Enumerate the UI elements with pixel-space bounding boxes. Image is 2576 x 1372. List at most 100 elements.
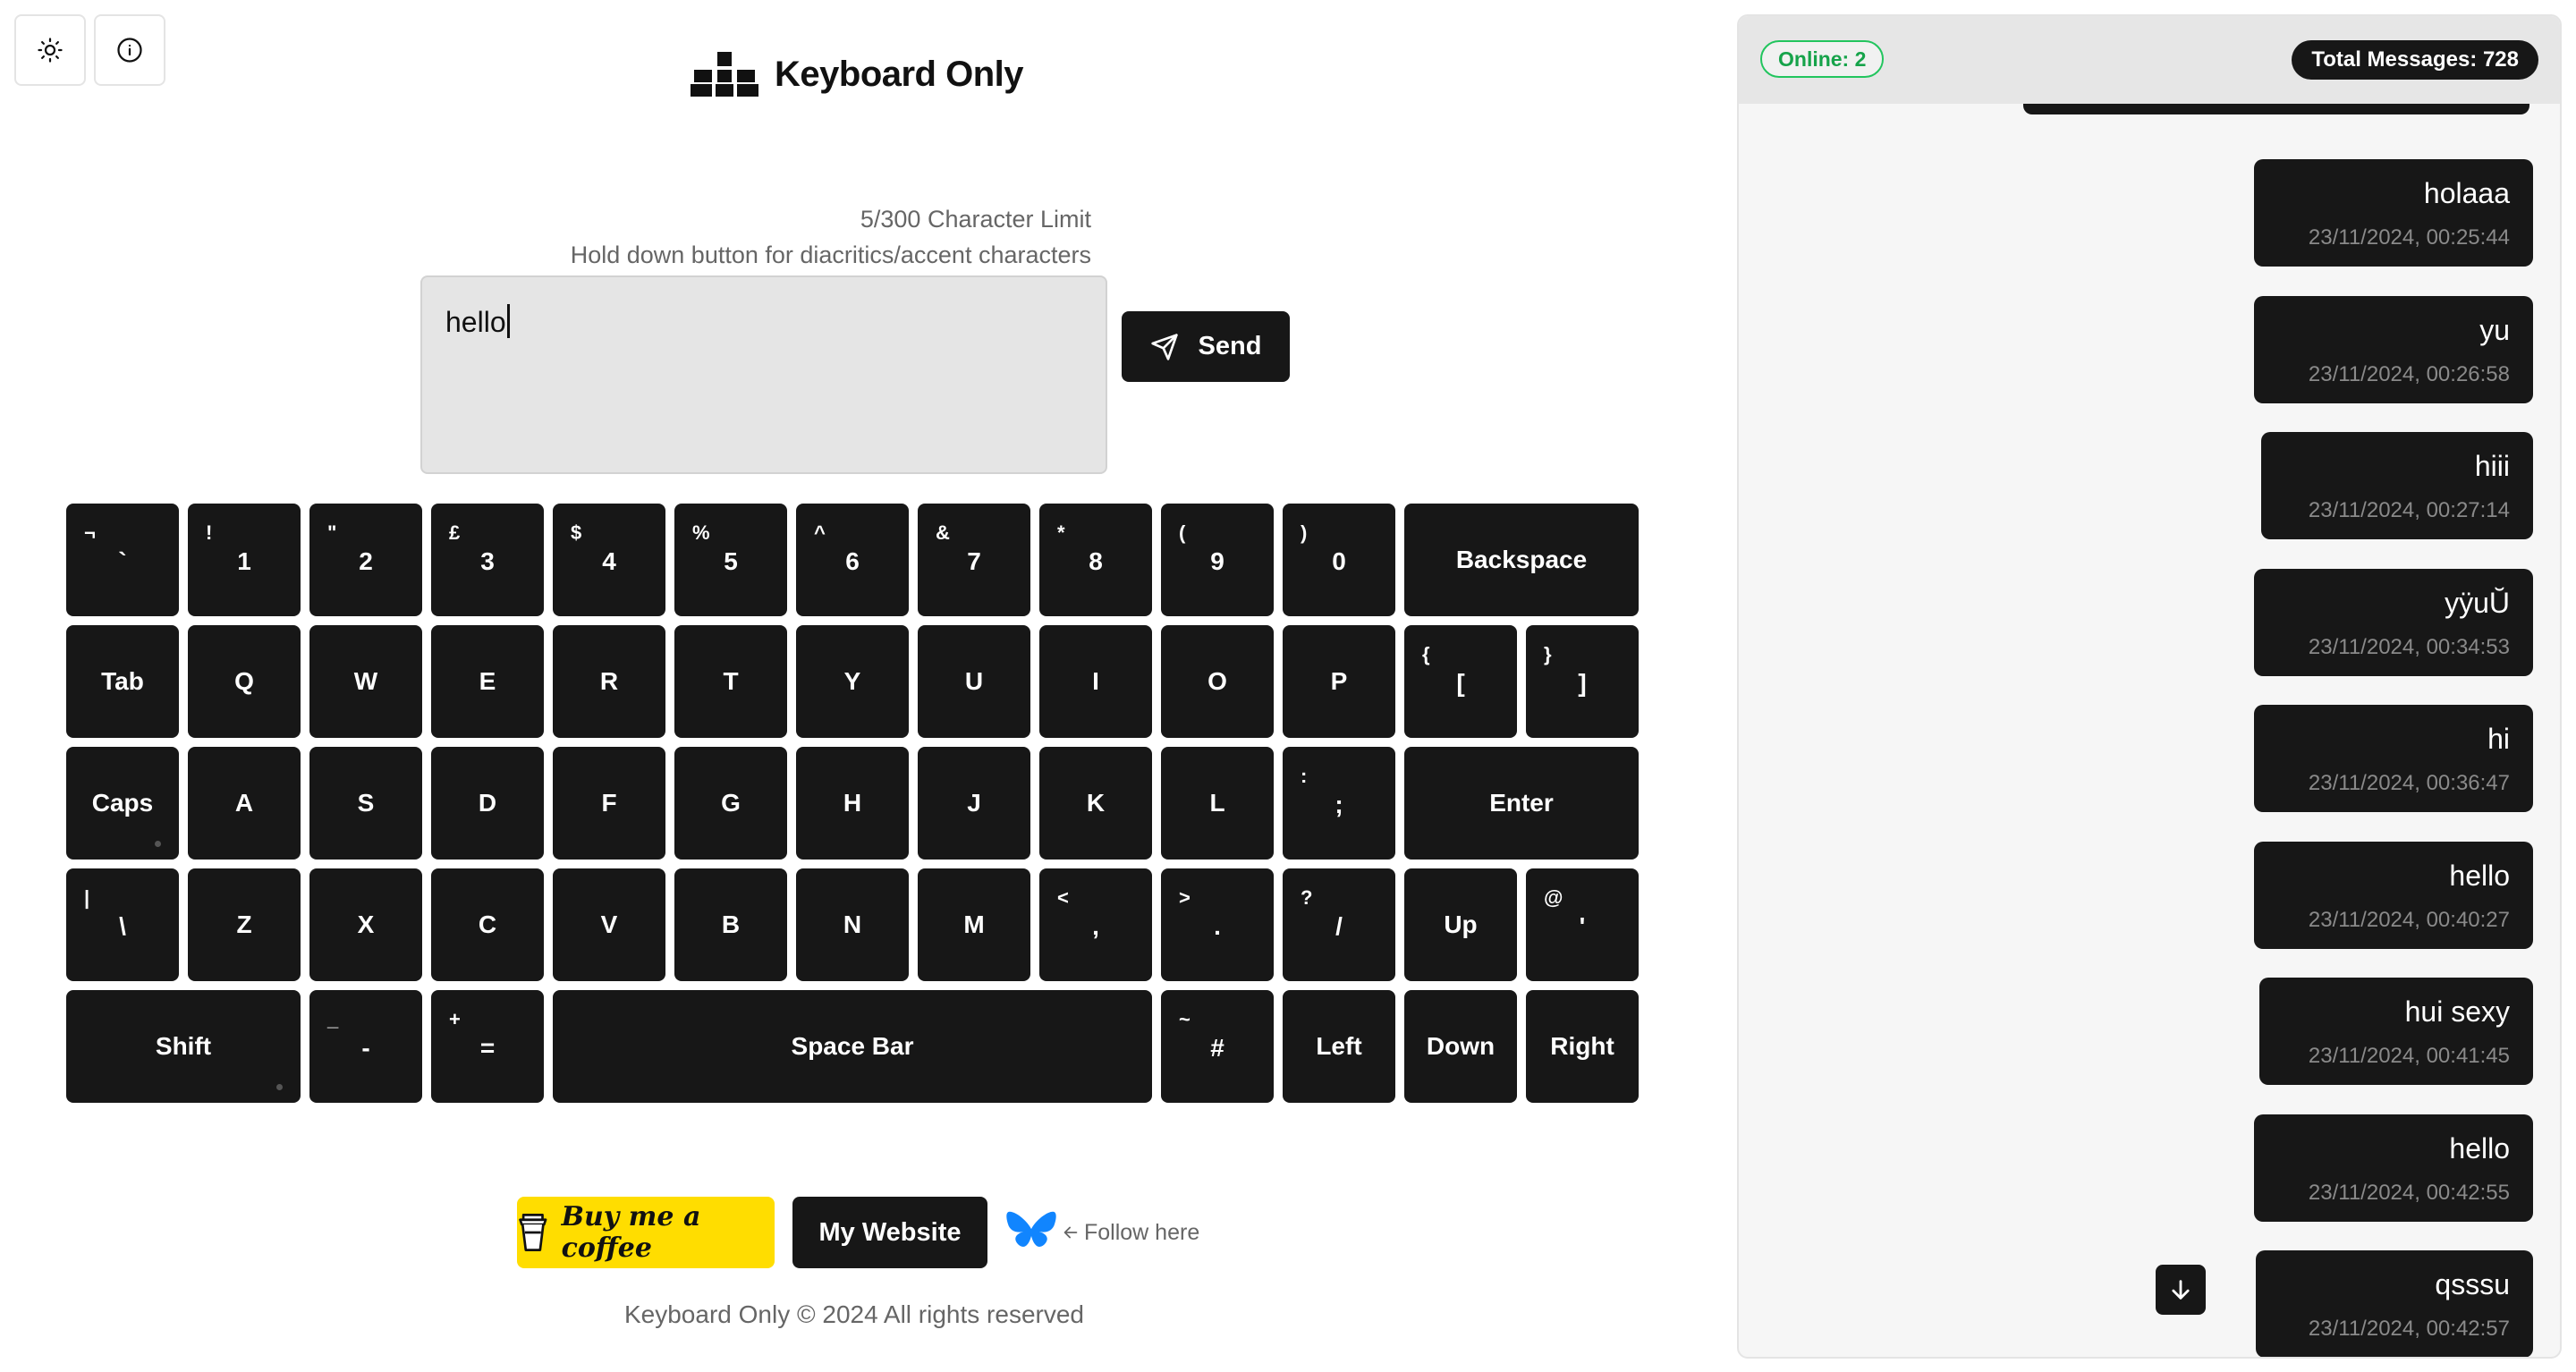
key-char-73[interactable]: I [1039, 625, 1152, 738]
key-char-49[interactable]: ! 1 [188, 504, 301, 616]
key-char-65[interactable]: A [188, 747, 301, 860]
message-timestamp: 23/11/2024, 00:34:53 [2308, 634, 2510, 659]
key-space-bar[interactable]: Space Bar [553, 990, 1152, 1103]
key-char-35[interactable]: ~ # [1161, 990, 1274, 1103]
message-text: hello [2449, 859, 2510, 892]
key-char-71[interactable]: G [674, 747, 787, 860]
key-char-79[interactable]: O [1161, 625, 1274, 738]
info-button[interactable] [94, 14, 165, 86]
message-text: yÿuŬ [2445, 586, 2510, 619]
key-char-55[interactable]: & 7 [918, 504, 1030, 616]
key-enter[interactable]: Enter [1404, 747, 1639, 860]
key-char-44[interactable]: <, [1039, 868, 1152, 981]
key-char-82[interactable]: R [553, 625, 665, 738]
key-char-59[interactable]: :; [1283, 747, 1395, 860]
follow-link[interactable]: Follow here [1061, 1220, 1199, 1246]
key-char-92[interactable]: | \ [66, 868, 179, 981]
key-label: P [1330, 667, 1348, 695]
key-char-67[interactable]: C [431, 868, 544, 981]
key-char-51[interactable]: £3 [431, 504, 544, 616]
key-char-93[interactable]: }] [1526, 625, 1639, 738]
key-label: = [479, 1034, 496, 1062]
key-char-50[interactable]: " 2 [309, 504, 422, 616]
key-char-66[interactable]: B [674, 868, 787, 981]
message-text: hi [2487, 723, 2510, 755]
key-indicator-dot [155, 841, 161, 847]
key-char-56[interactable]: * 8 [1039, 504, 1152, 616]
key-label: C [478, 910, 497, 938]
key-char-68[interactable]: D [431, 747, 544, 860]
key-label: 8 [1089, 547, 1103, 575]
key-char-84[interactable]: T [674, 625, 787, 738]
key-char-61[interactable]: + = [431, 990, 544, 1103]
key-char-89[interactable]: Y [796, 625, 909, 738]
paper-plane-icon [1150, 333, 1178, 360]
key-char-80[interactable]: P [1283, 625, 1395, 738]
key-char-76[interactable]: L [1161, 747, 1274, 860]
key-char-85[interactable]: U [918, 625, 1030, 738]
key-char-69[interactable]: E [431, 625, 544, 738]
key-down[interactable]: Down [1404, 990, 1517, 1103]
key-char-74[interactable]: J [918, 747, 1030, 860]
theme-toggle-button[interactable] [14, 14, 86, 86]
key-char-83[interactable]: S [309, 747, 422, 860]
key-char-91[interactable]: {[ [1404, 625, 1517, 738]
key-label: A [234, 789, 254, 817]
key-char-52[interactable]: $4 [553, 504, 665, 616]
key-label: S [357, 789, 375, 817]
key-shift[interactable]: Shift [66, 990, 301, 1103]
key-char-53[interactable]: % 5 [674, 504, 787, 616]
key-label: Y [843, 667, 861, 695]
key-label: M [963, 910, 985, 938]
key-char-39[interactable]: @ ' [1526, 868, 1639, 981]
key-char-90[interactable]: Z [188, 868, 301, 981]
key-char-57[interactable]: (9 [1161, 504, 1274, 616]
key-label: Backspace [1455, 546, 1588, 573]
key-label: T [723, 667, 739, 695]
key-label: E [479, 667, 496, 695]
online-count-badge: Online: 2 [1760, 40, 1885, 78]
key-label: Right [1550, 1032, 1614, 1060]
key-label: F [601, 789, 617, 817]
key-up[interactable]: Up [1404, 868, 1517, 981]
key-left[interactable]: Left [1283, 990, 1395, 1103]
key-right[interactable]: Right [1526, 990, 1639, 1103]
message-text: hiii [2474, 450, 2510, 482]
key-char-88[interactable]: X [309, 868, 422, 981]
coffee-cup-icon [519, 1214, 547, 1251]
follow-label: Follow here [1084, 1219, 1200, 1245]
send-button[interactable]: Send [1122, 311, 1290, 382]
key-char-86[interactable]: V [553, 868, 665, 981]
key-label: Shift [155, 1032, 212, 1060]
key-label: Z [236, 910, 252, 938]
message-list[interactable]: holaaa 23/11/2024, 00:25:44 yu 23/11/2024, … [1739, 104, 2560, 1357]
key-char-45[interactable]: _ - [309, 990, 422, 1103]
key-indicator-dot [276, 1084, 283, 1090]
key-char-96[interactable]: ¬ ` [66, 504, 179, 616]
key-tab[interactable]: Tab [66, 625, 179, 738]
key-char-46[interactable]: >. [1161, 868, 1274, 981]
scroll-to-bottom-button[interactable] [2156, 1265, 2206, 1315]
message-input[interactable]: hello [420, 275, 1107, 474]
key-caps[interactable]: Caps [66, 747, 179, 860]
key-backspace[interactable]: Backspace [1404, 504, 1639, 616]
key-char-72[interactable]: H [796, 747, 909, 860]
key-label: \ [119, 912, 126, 940]
my-website-button[interactable]: My Website [792, 1197, 987, 1268]
key-char-70[interactable]: F [553, 747, 665, 860]
message-bubble: yu 23/11/2024, 00:26:58 [2254, 295, 2533, 403]
buy-me-a-coffee-button[interactable]: Buy me a coffee [517, 1197, 775, 1268]
bluesky-link[interactable]: Follow here [1005, 1209, 1199, 1256]
key-char-87[interactable]: W [309, 625, 422, 738]
message-timestamp: 23/11/2024, 00:36:47 [2308, 771, 2510, 795]
key-label: H [843, 789, 862, 817]
key-char-75[interactable]: K [1039, 747, 1152, 860]
message-bubble: hello 23/11/2024, 00:40:27 [2254, 841, 2533, 949]
info-icon [117, 38, 142, 63]
key-char-78[interactable]: N [796, 868, 909, 981]
key-char-81[interactable]: Q [188, 625, 301, 738]
key-char-54[interactable]: ^ 6 [796, 504, 909, 616]
key-char-48[interactable]: ) 0 [1283, 504, 1395, 616]
key-char-47[interactable]: ? / [1283, 868, 1395, 981]
key-char-77[interactable]: M [918, 868, 1030, 981]
